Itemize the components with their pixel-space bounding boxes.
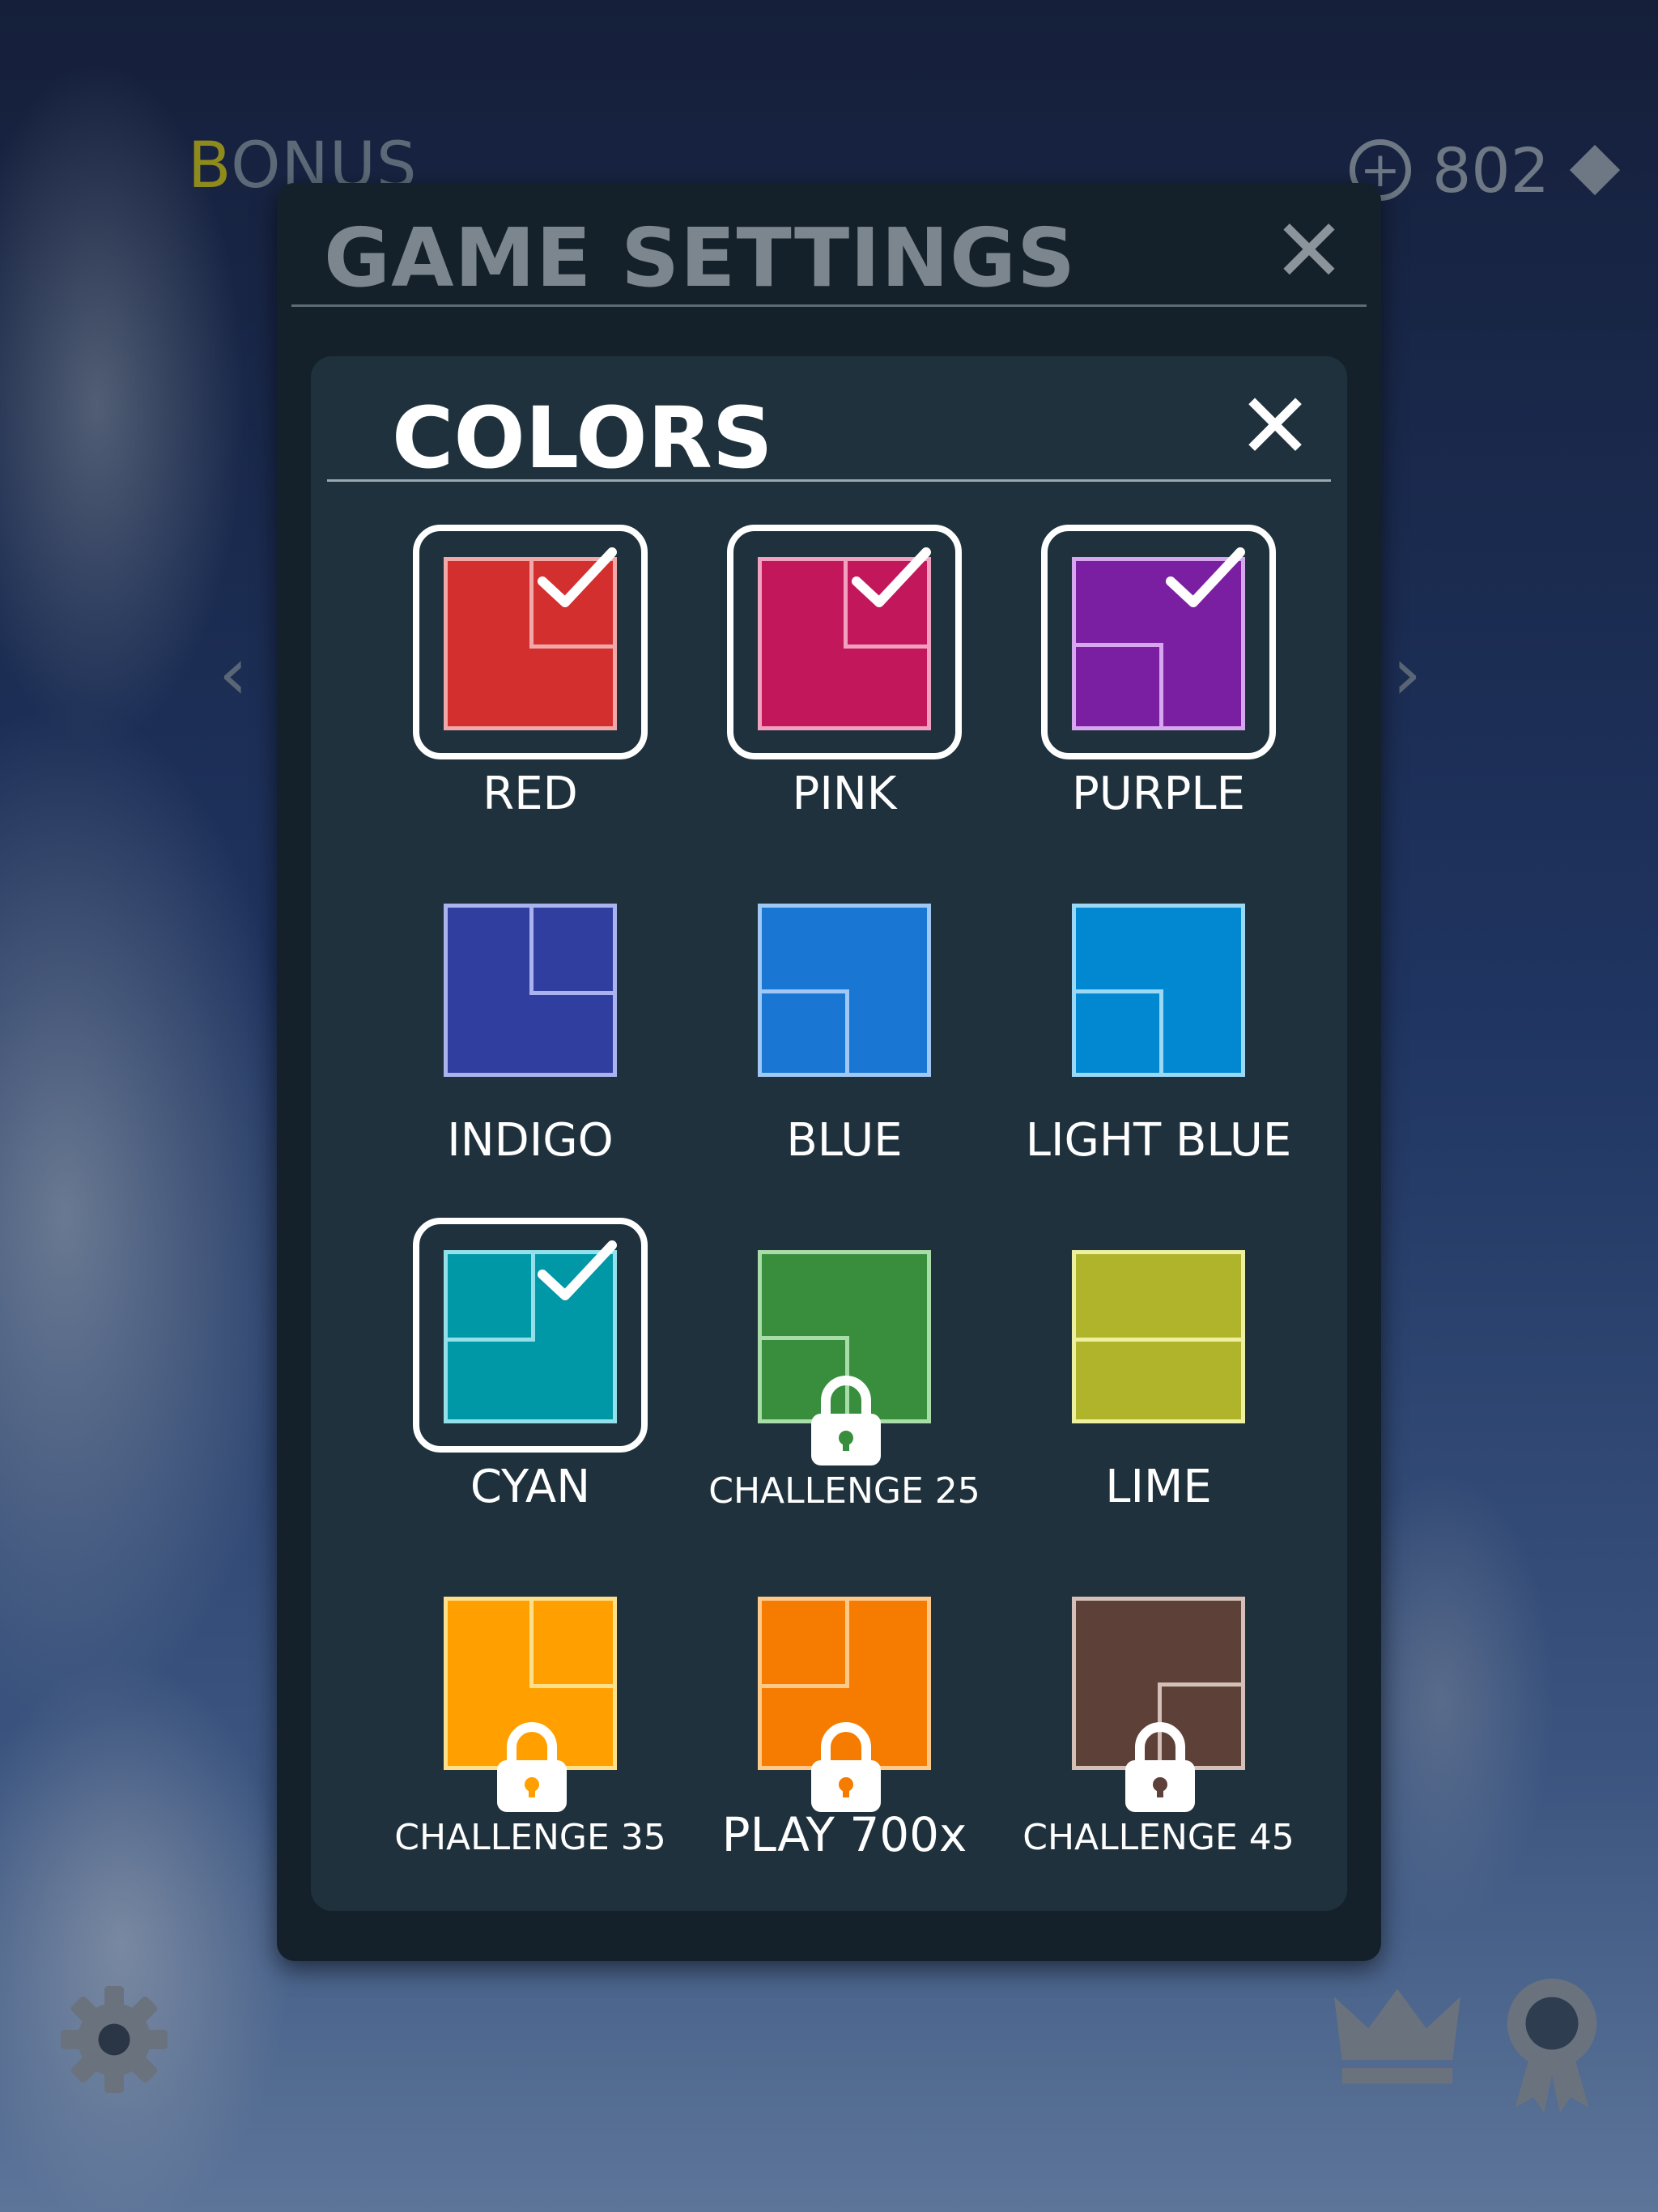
color-option[interactable]: CHALLENGE 25 [643, 1218, 980, 1558]
dialog-title: GAME SETTINGS [324, 211, 1077, 305]
swatch-block [529, 908, 613, 995]
bonus-label-initial: B [188, 130, 232, 202]
leaderboard-crown-icon[interactable] [1331, 1984, 1464, 2089]
color-option[interactable]: CYAN [329, 1218, 648, 1558]
color-option-label: CHALLENGE 45 [1022, 1817, 1295, 1858]
diamond-icon [1569, 144, 1621, 196]
lock-icon [497, 1722, 567, 1812]
coin-counter[interactable]: + 802 [1349, 130, 1621, 211]
swatch-block [762, 989, 849, 1073]
swatch-block [1076, 643, 1163, 726]
dialog-divider [291, 304, 1367, 307]
game-settings-dialog: GAME SETTINGS ✕ COLORS ✕ RED PINK PURPLE IN… [277, 183, 1381, 1961]
checkmark-icon [852, 547, 931, 607]
lock-icon [1125, 1722, 1195, 1812]
colors-panel: COLORS ✕ RED PINK PURPLE INDIGO BLUE LIGHT BL… [311, 356, 1347, 1911]
lock-icon [811, 1722, 881, 1812]
swatch-block [1076, 1254, 1241, 1342]
color-option[interactable]: CHALLENGE 35 [329, 1564, 666, 1904]
color-option[interactable]: CHALLENGE 45 [957, 1564, 1295, 1904]
color-swatch [1072, 1250, 1245, 1423]
next-arrow-icon[interactable]: › [1392, 632, 1422, 717]
previous-arrow-icon[interactable]: ‹ [219, 632, 248, 717]
swatch-block [762, 1601, 849, 1688]
color-option-label: LIME [1105, 1461, 1212, 1513]
color-grid: RED PINK PURPLE INDIGO BLUE LIGHT BLUE CYAN CHA… [311, 356, 1347, 1911]
color-option[interactable]: PLAY 700x [643, 1564, 967, 1904]
color-option[interactable]: PURPLE [957, 525, 1276, 865]
checkmark-icon [1166, 547, 1245, 607]
lock-icon [811, 1376, 881, 1465]
color-swatch [444, 904, 617, 1077]
color-option[interactable]: RED [329, 525, 648, 865]
checkmark-icon [538, 547, 617, 607]
color-option[interactable]: LIME [957, 1218, 1271, 1558]
coin-count: 802 [1431, 134, 1550, 206]
color-option-label: PURPLE [1071, 768, 1246, 820]
color-option-label: LIGHT BLUE [1025, 1114, 1292, 1167]
color-option[interactable]: LIGHT BLUE [957, 871, 1291, 1211]
dialog-close-icon[interactable]: ✕ [1273, 208, 1346, 296]
color-swatch [1072, 904, 1245, 1077]
swatch-block [448, 1254, 535, 1342]
swatch-block [529, 1601, 613, 1688]
color-option[interactable]: INDIGO [329, 871, 643, 1211]
achievements-ribbon-icon[interactable] [1499, 1976, 1605, 2113]
settings-gear-icon[interactable] [53, 1979, 175, 2100]
color-option[interactable]: PINK [643, 525, 962, 865]
swatch-block [1076, 989, 1163, 1073]
checkmark-icon [538, 1240, 617, 1300]
color-option[interactable]: BLUE [643, 871, 957, 1211]
color-swatch [758, 904, 931, 1077]
